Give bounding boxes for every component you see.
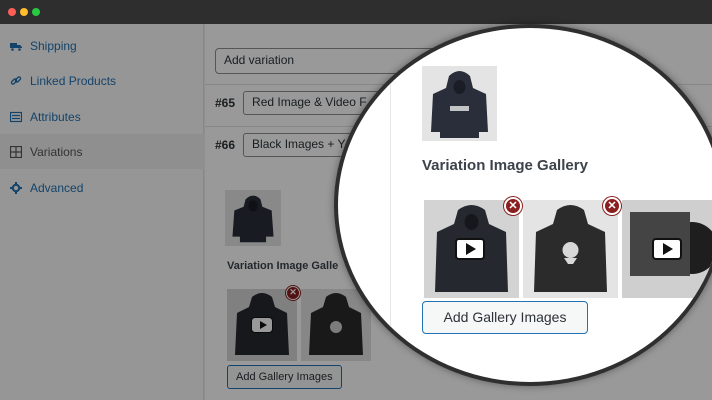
sidebar-item-label: Attributes — [30, 109, 81, 124]
sidebar-item-linked-products[interactable]: Linked Products — [0, 63, 204, 98]
sidebar-item-advanced[interactable]: Advanced — [0, 170, 204, 205]
variation-image[interactable] — [225, 190, 281, 246]
video-play-icon — [251, 317, 273, 333]
gallery-thumb[interactable] — [523, 200, 618, 298]
window-titlebar — [0, 0, 712, 24]
video-play-icon — [455, 238, 485, 260]
panel-divider — [390, 28, 391, 382]
sidebar-item-label: Linked Products — [30, 73, 117, 88]
video-play-icon — [652, 238, 682, 260]
add-gallery-images-button[interactable]: Add Gallery Images — [422, 301, 588, 334]
sidebar-item-variations[interactable]: Variations — [0, 134, 204, 169]
gallery-label: Variation Image Gallery — [422, 157, 588, 174]
link-icon — [10, 75, 22, 87]
grid-icon — [10, 145, 22, 158]
gallery-thumb[interactable] — [227, 289, 297, 361]
list-icon — [10, 111, 22, 123]
sidebar-item-label: Shipping — [30, 38, 77, 53]
gallery-thumb[interactable] — [424, 200, 519, 298]
remove-image-button[interactable]: ✕ — [286, 286, 300, 300]
remove-image-button[interactable]: ✕ — [504, 197, 522, 215]
variation-number: #66 — [215, 138, 236, 152]
variation-number: #65 — [215, 96, 236, 110]
zoomed-gallery-panel: Variation Image Gallery ✕ ✕ Add Gallery … — [338, 28, 712, 382]
sidebar-item-label: Advanced — [30, 180, 84, 195]
gallery-thumb[interactable] — [622, 200, 712, 298]
sidebar-item-label: Variations — [30, 144, 83, 159]
gear-icon — [10, 181, 22, 194]
variation-image[interactable] — [422, 66, 497, 141]
sidebar-item-attributes[interactable]: Attributes — [0, 99, 204, 134]
gallery-label: Variation Image Galle — [227, 260, 339, 272]
add-gallery-images-button[interactable]: Add Gallery Images — [227, 365, 342, 389]
product-data-tabs: Shipping Linked Products Attributes Vari… — [0, 24, 204, 400]
zoom-magnifier: Variation Image Gallery ✕ ✕ Add Gallery … — [334, 24, 712, 386]
close-window-button[interactable] — [8, 8, 16, 16]
minimize-window-button[interactable] — [20, 8, 28, 16]
truck-icon — [10, 40, 22, 52]
sidebar-item-shipping[interactable]: Shipping — [0, 28, 204, 63]
remove-image-button[interactable]: ✕ — [603, 197, 621, 215]
maximize-window-button[interactable] — [32, 8, 40, 16]
